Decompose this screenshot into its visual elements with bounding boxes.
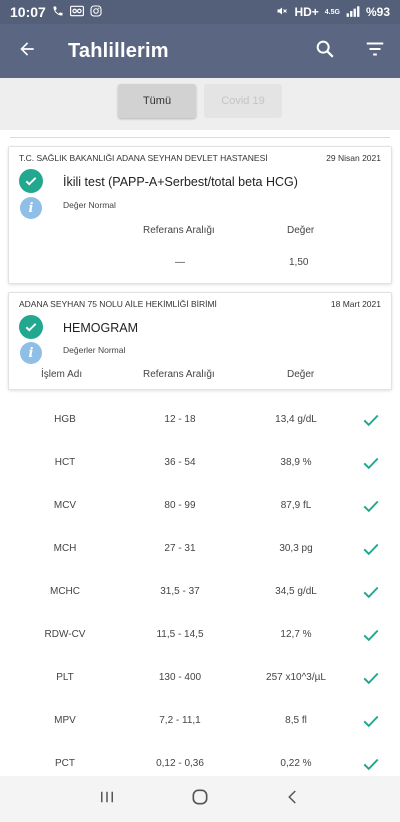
tab-all[interactable]: Tümü: [118, 84, 196, 118]
home-button[interactable]: [180, 779, 220, 819]
table-row: MCH 27 - 31 30,3 pg: [0, 527, 400, 570]
hemogram-table: HGB 12 - 18 13,4 g/dL HCT 36 - 54 38,9 %…: [0, 398, 400, 776]
check-icon: [360, 581, 382, 603]
row-name: RDW-CV: [44, 629, 86, 640]
row-name: MCHC: [50, 586, 80, 597]
previous-card-edge: [10, 130, 390, 138]
back-button[interactable]: [0, 24, 54, 78]
status-time: 10:07: [10, 4, 46, 20]
filter-button[interactable]: [350, 24, 400, 78]
search-icon: [314, 38, 336, 65]
row-name: MPV: [54, 715, 76, 726]
row-reference: 11,5 - 14,5: [156, 629, 204, 640]
row-reference: 27 - 31: [164, 543, 196, 554]
value-header: Değer: [287, 225, 315, 236]
row-value: 12,7 %: [280, 629, 312, 640]
row-value: 87,9 fL: [280, 500, 312, 511]
status-text: Değer Normal: [63, 200, 116, 210]
row-name: PLT: [56, 672, 74, 683]
reference-header: Referans Aralığı: [143, 225, 215, 236]
row-reference: 7,2 - 11,1: [159, 715, 201, 726]
row-reference: 31,5 - 37: [160, 586, 200, 597]
row-value: 0,22 %: [280, 758, 312, 769]
row-name: MCV: [53, 500, 77, 511]
table-row: HCT 36 - 54 38,9 %: [0, 441, 400, 484]
table-row: MCV 80 - 99 87,9 fL: [0, 484, 400, 527]
check-icon: [360, 753, 382, 775]
info-icon[interactable]: i: [20, 197, 42, 219]
table-row: MPV 7,2 - 11,1 8,5 fl: [0, 699, 400, 742]
test-card[interactable]: ADANA SEYHAN 75 NOLU AİLE HEKİMLİĞİ BİRİ…: [8, 292, 392, 390]
result-value: 1,50: [289, 257, 309, 268]
app-bar: Tahlillerim: [0, 24, 400, 78]
filter-icon: [364, 38, 386, 65]
voicemail-icon: [69, 5, 84, 20]
recent-apps-button[interactable]: [87, 779, 127, 819]
row-value: 13,4 g/dL: [275, 414, 317, 425]
table-row: PCT 0,12 - 0,36 0,22 %: [0, 742, 400, 776]
table-row: PLT 130 - 400 257 x10^3/µL: [0, 656, 400, 699]
network-type: 4.5G: [324, 8, 340, 16]
mute-icon: [276, 5, 288, 20]
reference-value: —: [175, 257, 185, 268]
check-icon: [360, 624, 382, 646]
status-bar: 10:07 HD+ 4.5G %93: [0, 0, 400, 24]
test-card[interactable]: T.C. SAĞLIK BAKANLIĞI ADANA SEYHAN DEVLE…: [8, 146, 392, 284]
row-value: 30,3 pg: [279, 543, 313, 554]
table-row: HGB 12 - 18 13,4 g/dL: [0, 398, 400, 441]
row-reference: 36 - 54: [164, 457, 196, 468]
row-reference: 0,12 - 0,36: [156, 758, 204, 769]
name-header: İşlem Adı: [41, 369, 83, 380]
phone-icon: [52, 5, 64, 20]
battery-level: %93: [365, 5, 390, 19]
test-date: 29 Nisan 2021: [326, 153, 381, 163]
row-value: 34,5 g/dL: [275, 586, 317, 597]
nav-back-button[interactable]: [273, 779, 313, 819]
tab-bar: Tümü Covid 19: [0, 78, 400, 130]
check-circle-icon: [19, 315, 43, 339]
institution-name: ADANA SEYHAN 75 NOLU AİLE HEKİMLİĞİ BİRİ…: [19, 299, 217, 309]
back-icon: [284, 788, 302, 811]
reference-header: Referans Aralığı: [143, 369, 215, 380]
signal-icon: [346, 5, 360, 20]
results-list[interactable]: T.C. SAĞLIK BAKANLIĞI ADANA SEYHAN DEVLE…: [0, 130, 400, 776]
check-icon: [360, 538, 382, 560]
row-name: MCH: [53, 543, 77, 554]
instagram-icon: [90, 4, 102, 20]
row-value: 8,5 fl: [285, 715, 307, 726]
test-date: 18 Mart 2021: [330, 299, 381, 309]
tab-covid19[interactable]: Covid 19: [204, 84, 282, 118]
home-icon: [190, 787, 210, 812]
value-header: Değer: [287, 369, 315, 380]
test-name: İkili test (PAPP-A+Serbest/total beta HC…: [63, 175, 298, 189]
check-circle-icon: [19, 169, 43, 193]
system-nav-bar: [0, 776, 400, 822]
table-row: MCHC 31,5 - 37 34,5 g/dL: [0, 570, 400, 613]
search-button[interactable]: [300, 24, 350, 78]
row-name: PCT: [55, 758, 75, 769]
row-value: 257 x10^3/µL: [266, 672, 326, 683]
check-icon: [360, 495, 382, 517]
row-name: HGB: [54, 414, 76, 425]
row-value: 38,9 %: [280, 457, 312, 468]
network-label: HD+: [294, 5, 319, 19]
row-reference: 130 - 400: [158, 672, 202, 683]
page-title: Tahlillerim: [68, 39, 169, 62]
institution-name: T.C. SAĞLIK BAKANLIĞI ADANA SEYHAN DEVLE…: [19, 153, 268, 163]
info-icon[interactable]: i: [20, 342, 42, 364]
row-name: HCT: [54, 457, 76, 468]
recent-apps-icon: [98, 788, 116, 811]
test-name: HEMOGRAM: [63, 321, 138, 335]
check-icon: [360, 710, 382, 732]
row-reference: 80 - 99: [164, 500, 196, 511]
check-icon: [360, 667, 382, 689]
row-reference: 12 - 18: [164, 414, 196, 425]
check-icon: [360, 452, 382, 474]
arrow-left-icon: [17, 39, 37, 64]
check-icon: [360, 409, 382, 431]
table-row: RDW-CV 11,5 - 14,5 12,7 %: [0, 613, 400, 656]
status-text: Değerler Normal: [63, 345, 126, 355]
